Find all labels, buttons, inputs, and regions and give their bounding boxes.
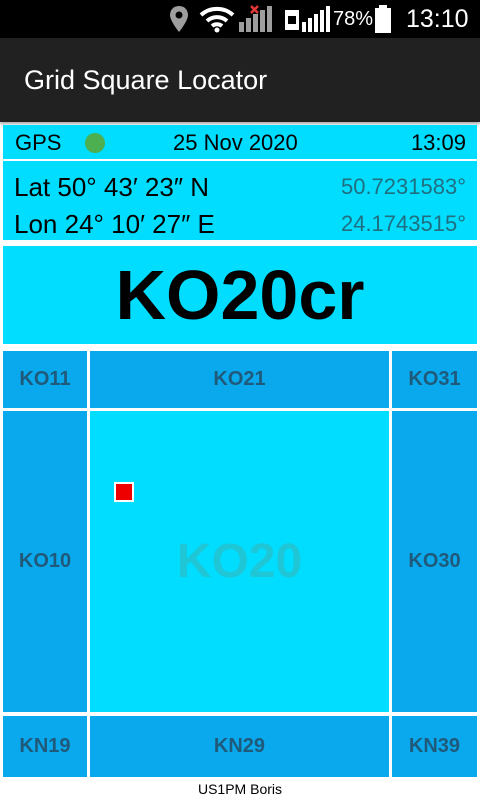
longitude-dms: Lon 24° 10′ 27″ E	[14, 208, 215, 239]
latitude-dms: Lat 50° 43′ 23″ N	[14, 171, 210, 202]
grid-cell-n[interactable]: KO21	[90, 351, 389, 408]
grid-cell-sw[interactable]: KN19	[3, 716, 87, 777]
longitude-decimal: 24.1743515°	[340, 211, 466, 236]
gps-status-indicator	[85, 133, 105, 153]
position-marker	[114, 482, 134, 502]
locator-display: KO20cr	[3, 246, 477, 344]
wifi-icon	[199, 0, 235, 38]
grid-cell-w[interactable]: KO10	[3, 411, 87, 712]
gps-label: GPS	[15, 130, 62, 155]
position-info-panel: GPS 25 Nov 2020 13:09 Lat 50° 43′ 23″ N …	[3, 125, 477, 240]
battery-icon	[374, 0, 392, 38]
footer-credit: US1PM Boris	[197, 781, 283, 797]
mobile-signal-icon	[284, 0, 330, 38]
latitude-decimal: 50.7231583°	[340, 174, 466, 199]
grid-cell-center[interactable]: KO20	[90, 411, 389, 712]
status-bar: 78% 13:10	[0, 0, 480, 38]
app-bar: Grid Square Locator	[0, 38, 480, 122]
grid-cell-s[interactable]: KN29	[90, 716, 389, 777]
location-icon	[168, 0, 190, 38]
latitude-row: Lat 50° 43′ 23″ N 50.7231583°	[3, 168, 477, 206]
grid-cell-se[interactable]: KN39	[392, 716, 477, 777]
status-clock: 13:10	[406, 4, 469, 33]
app-title: Grid Square Locator	[24, 64, 268, 95]
mobile-signal-no-data-icon	[237, 0, 279, 38]
longitude-row: Lon 24° 10′ 27″ E 24.1743515°	[3, 205, 477, 243]
battery-percent: 78%	[333, 7, 374, 30]
gps-time: 13:09	[410, 130, 466, 155]
grid-cell-ne[interactable]: KO31	[392, 351, 477, 408]
gps-row: GPS 25 Nov 2020 13:09	[3, 125, 477, 161]
grid-cell-e[interactable]: KO30	[392, 411, 477, 712]
position-marker-fill	[116, 484, 132, 500]
grid-cell-nw[interactable]: KO11	[3, 351, 87, 408]
gps-date: 25 Nov 2020	[173, 130, 298, 155]
